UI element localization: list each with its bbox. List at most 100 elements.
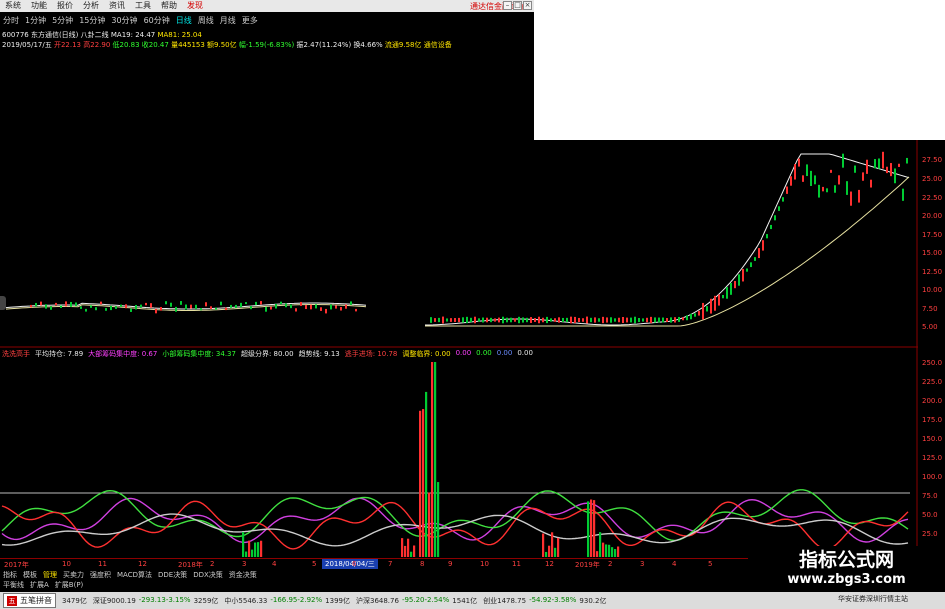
candle xyxy=(200,308,202,311)
candle xyxy=(250,305,252,310)
panel-collapse-handle[interactable] xyxy=(0,296,6,310)
kline-and-indicator-chart[interactable] xyxy=(0,0,945,609)
indicator-tab[interactable]: 强度积 xyxy=(87,570,114,580)
candle xyxy=(674,317,676,323)
price-axis-label: 5.00 xyxy=(922,323,938,331)
candle xyxy=(494,318,496,322)
candle xyxy=(280,301,282,305)
candle xyxy=(110,305,112,311)
date-axis-label: 2 xyxy=(608,560,613,568)
candle xyxy=(730,282,732,295)
date-axis-label: 2018年 xyxy=(178,561,203,569)
indicator-tabs: 指标 模板 管理 买卖力 强度积 MACD算法 DDE决策 DDX决策 资金决策 xyxy=(0,570,260,580)
candle xyxy=(454,318,456,322)
indicator-tab[interactable]: 买卖力 xyxy=(60,570,87,580)
indicator-tab[interactable]: MACD算法 xyxy=(114,570,155,580)
price-axis-label: 27.50 xyxy=(922,156,943,164)
indicator-value: 超级分界: 80.00 xyxy=(240,350,294,358)
candle xyxy=(794,164,796,180)
histogram-bar xyxy=(437,482,440,557)
candle xyxy=(75,302,77,307)
candle xyxy=(438,317,440,323)
indicator-axis-label: 225.0 xyxy=(922,378,943,386)
candle xyxy=(846,181,848,195)
candle xyxy=(858,189,860,203)
indicator-axis-label: 125.0 xyxy=(922,454,943,462)
candle xyxy=(462,317,464,323)
histogram-bar xyxy=(413,545,416,557)
candle xyxy=(894,168,896,184)
ticker-value: 1541亿 xyxy=(452,596,478,605)
candle xyxy=(646,317,648,323)
watermark-title: 指标公式网 xyxy=(798,549,894,571)
indicator-tab[interactable]: 指标 xyxy=(0,570,20,580)
candle xyxy=(650,316,652,324)
histogram-bar xyxy=(593,500,596,557)
candle xyxy=(275,303,277,309)
date-axis-label: 2019年 xyxy=(575,561,600,569)
candle xyxy=(518,316,520,324)
candle xyxy=(220,301,222,306)
indicator-tab[interactable]: 模板 xyxy=(20,570,40,580)
histogram-bar xyxy=(548,545,551,557)
candle xyxy=(230,304,232,308)
indicator-tab[interactable]: DDE决策 xyxy=(155,570,190,580)
candle xyxy=(530,317,532,323)
candle xyxy=(898,163,900,167)
candle xyxy=(340,307,342,311)
indicator-tab[interactable]: 管理 xyxy=(40,570,60,580)
candle xyxy=(486,317,488,323)
candle xyxy=(522,317,524,323)
histogram-bar xyxy=(545,551,548,557)
indicator-tab[interactable]: DDX决策 xyxy=(190,570,226,580)
candle xyxy=(65,301,67,307)
candle xyxy=(714,295,716,311)
indicator-tab[interactable]: 扩展B(P) xyxy=(52,580,87,590)
candle xyxy=(285,303,287,308)
candle xyxy=(726,287,728,299)
candle xyxy=(582,318,584,322)
indicator-tab[interactable]: 扩展A xyxy=(27,580,52,590)
candle xyxy=(115,306,117,309)
candle xyxy=(690,313,692,320)
indicator-tab[interactable]: 资金决策 xyxy=(226,570,260,580)
ime-indicator[interactable]: 五 五笔拼音 xyxy=(3,593,56,608)
candle xyxy=(498,317,500,323)
ticker-value: -3.15% xyxy=(165,595,191,604)
candle xyxy=(502,316,504,324)
histogram-bar xyxy=(587,501,590,557)
candle xyxy=(300,301,302,306)
candle xyxy=(450,318,452,322)
candle xyxy=(746,268,748,272)
ma-slow-line xyxy=(425,176,910,327)
candle xyxy=(40,301,42,306)
ticker-value: -54.92 xyxy=(529,595,552,604)
ticker-value: -95.20 xyxy=(401,595,425,604)
candle xyxy=(240,302,242,308)
candle xyxy=(594,317,596,323)
candle xyxy=(774,215,776,221)
ticker-value: 1399亿 xyxy=(325,596,350,605)
candle xyxy=(295,308,297,312)
candle xyxy=(510,317,512,323)
date-axis-label: 3 xyxy=(242,560,247,568)
candle xyxy=(538,316,540,324)
ime-logo-icon: 五 xyxy=(7,595,17,606)
indicator-axis-label: 250.0 xyxy=(922,359,943,367)
date-axis-label: 4 xyxy=(272,560,277,568)
candle xyxy=(758,248,760,259)
date-axis-label: 11 xyxy=(98,560,107,568)
candle xyxy=(534,318,536,322)
crosshair-date: 2018/04/04/三 xyxy=(322,559,378,569)
candle xyxy=(95,307,97,311)
candle xyxy=(606,317,608,323)
candle xyxy=(205,302,207,307)
histogram-bar xyxy=(602,542,605,557)
price-axis-label: 10.00 xyxy=(922,286,943,294)
candle xyxy=(654,317,656,323)
histogram-bar xyxy=(242,532,245,557)
candle xyxy=(235,304,237,308)
indicator-tab[interactable]: 平衡线 xyxy=(0,580,27,590)
candle xyxy=(160,306,162,311)
candle xyxy=(434,318,436,322)
